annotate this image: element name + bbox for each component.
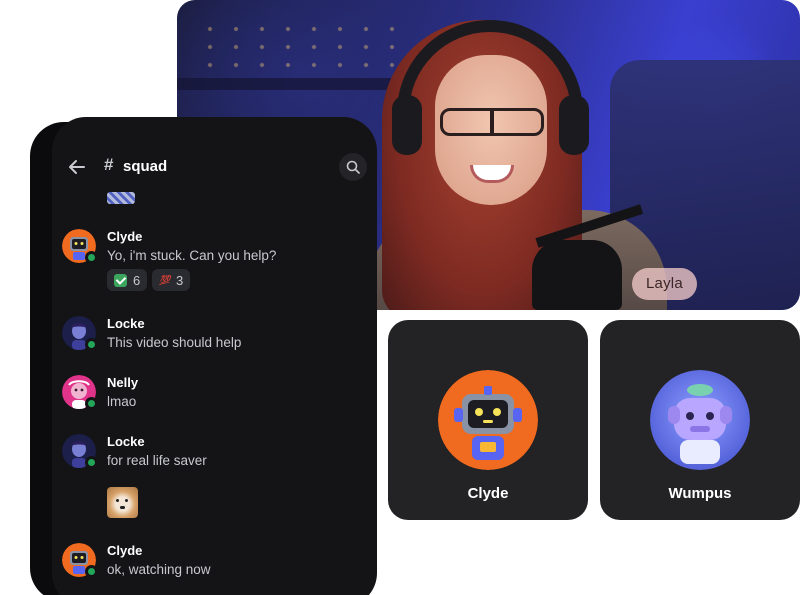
message-author[interactable]: Locke	[107, 316, 145, 331]
reactions: 6 💯 3	[107, 269, 191, 291]
message-author[interactable]: Clyde	[107, 543, 142, 558]
clyde-robot-avatar	[438, 370, 538, 470]
message-text: ok, watching now	[107, 562, 211, 577]
message-text: Yo, i'm stuck. Can you help?	[107, 248, 277, 263]
hundred-points-icon: 💯	[159, 274, 170, 285]
participant-tile-clyde[interactable]: Clyde	[388, 320, 588, 520]
message-item: Clyde Yo, i'm stuck. Can you help? 6 💯 3	[62, 229, 362, 299]
video-participant-name: Layla	[632, 268, 697, 300]
background-lights	[197, 20, 397, 80]
message-author[interactable]: Clyde	[107, 229, 142, 244]
online-status-icon	[85, 397, 98, 410]
arrow-left-icon[interactable]	[67, 157, 87, 177]
channel-name: squad	[123, 158, 168, 175]
chat-header: # squad	[52, 117, 377, 181]
online-status-icon	[85, 456, 98, 469]
glasses	[440, 108, 544, 136]
message-item: Nelly lmao	[62, 375, 362, 415]
message-item: Clyde ok, watching now	[62, 543, 362, 583]
reaction-count: 3	[175, 272, 184, 288]
avatar[interactable]	[62, 543, 98, 578]
avatar[interactable]	[62, 375, 98, 410]
message-text: for real life saver	[107, 453, 207, 468]
headphone-cup-right	[559, 95, 589, 155]
background-shelf	[177, 78, 407, 90]
participant-tile-wumpus[interactable]: Wumpus	[600, 320, 800, 520]
check-mark-icon	[114, 273, 127, 287]
avatar[interactable]	[62, 316, 98, 351]
message-item: Locke This video should help	[62, 316, 362, 356]
online-status-icon	[85, 565, 98, 578]
search-button[interactable]	[339, 153, 367, 181]
chat-panel: # squad Clyde Yo, i'm stuck. Can you hel…	[52, 117, 377, 595]
previous-sticker-image[interactable]	[107, 192, 135, 204]
wumpus-avatar	[650, 370, 750, 470]
avatar[interactable]	[62, 434, 98, 469]
dog-image-attachment[interactable]	[107, 487, 138, 518]
hash-icon: #	[104, 155, 114, 174]
message-item: Locke for real life saver	[62, 434, 362, 474]
message-text: lmao	[107, 394, 137, 409]
reaction-hundred[interactable]: 💯 3	[152, 269, 191, 291]
message-author[interactable]: Locke	[107, 434, 145, 449]
message-author[interactable]: Nelly	[107, 375, 138, 390]
reaction-check[interactable]: 6	[107, 269, 148, 291]
reaction-count: 6	[133, 272, 141, 288]
avatar[interactable]	[62, 229, 98, 264]
participant-name: Clyde	[467, 485, 509, 502]
search-icon	[346, 160, 360, 174]
microphone-icon	[532, 240, 622, 310]
online-status-icon	[85, 251, 98, 264]
headphone-cup-left	[392, 95, 422, 155]
message-text: This video should help	[107, 335, 242, 350]
online-status-icon	[85, 338, 98, 351]
participant-name: Wumpus	[668, 485, 732, 502]
